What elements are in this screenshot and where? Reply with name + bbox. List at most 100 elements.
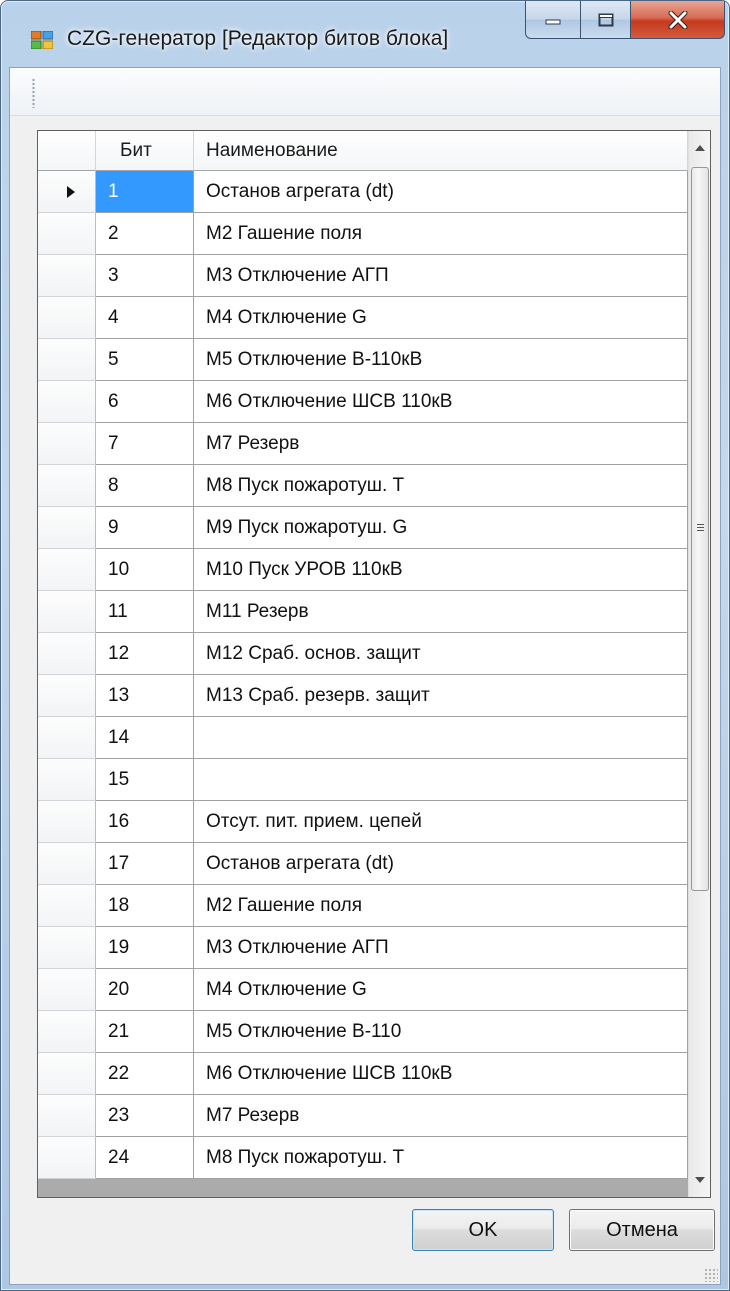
row-header[interactable] xyxy=(38,1095,96,1137)
cell-name[interactable]: М2 Гашение поля xyxy=(194,885,688,927)
cell-bit[interactable]: 14 xyxy=(96,717,194,759)
cell-name[interactable] xyxy=(194,759,688,801)
column-header-name[interactable]: Наименование xyxy=(194,131,688,171)
row-header[interactable] xyxy=(38,843,96,885)
table-row[interactable]: 11 М11 Резерв xyxy=(38,591,688,633)
cell-name[interactable]: М11 Резерв xyxy=(194,591,688,633)
scroll-down-button[interactable] xyxy=(689,1163,710,1197)
table-row[interactable]: 22 М6 Отключение ШСВ 110кВ xyxy=(38,1053,688,1095)
table-row[interactable]: 16 Отсут. пит. прием. цепей xyxy=(38,801,688,843)
row-header[interactable] xyxy=(38,927,96,969)
column-header-bit[interactable]: Бит xyxy=(96,131,194,171)
table-row[interactable]: 6 М6 Отключение ШСВ 110кВ xyxy=(38,381,688,423)
cell-name[interactable]: М8 Пуск пожаротуш. Т xyxy=(194,465,688,507)
row-header[interactable] xyxy=(38,465,96,507)
table-row[interactable]: 17 Останов агрегата (dt) xyxy=(38,843,688,885)
cell-bit[interactable]: 21 xyxy=(96,1011,194,1053)
vertical-scrollbar[interactable] xyxy=(688,131,710,1197)
row-header[interactable] xyxy=(38,213,96,255)
cell-name[interactable]: М5 Отключение В-110 xyxy=(194,1011,688,1053)
scroll-thumb[interactable] xyxy=(691,167,709,891)
table-row[interactable]: 19 М3 Отключение АГП xyxy=(38,927,688,969)
cell-bit[interactable]: 6 xyxy=(96,381,194,423)
cell-bit[interactable]: 13 xyxy=(96,675,194,717)
row-header[interactable] xyxy=(38,423,96,465)
cell-bit[interactable]: 18 xyxy=(96,885,194,927)
row-header[interactable] xyxy=(38,297,96,339)
minimize-button[interactable] xyxy=(525,1,581,39)
cancel-button[interactable]: Отмена xyxy=(569,1209,715,1251)
cell-bit[interactable]: 19 xyxy=(96,927,194,969)
toolbar-grip[interactable] xyxy=(32,78,35,108)
cell-bit[interactable]: 5 xyxy=(96,339,194,381)
cell-name[interactable]: М4 Отключение G xyxy=(194,297,688,339)
cell-bit[interactable]: 2 xyxy=(96,213,194,255)
row-header[interactable] xyxy=(38,885,96,927)
cell-name[interactable]: М3 Отключение АГП xyxy=(194,927,688,969)
cell-name[interactable]: Останов агрегата (dt) xyxy=(194,843,688,885)
cell-bit[interactable]: 22 xyxy=(96,1053,194,1095)
cell-name[interactable]: М3 Отключение АГП xyxy=(194,255,688,297)
row-header[interactable] xyxy=(38,549,96,591)
row-header[interactable] xyxy=(38,969,96,1011)
cell-bit[interactable]: 3 xyxy=(96,255,194,297)
cell-name[interactable]: Останов агрегата (dt) xyxy=(194,171,688,213)
row-header[interactable] xyxy=(38,591,96,633)
table-row[interactable]: 24 М8 Пуск пожаротуш. Т xyxy=(38,1137,688,1179)
table-row[interactable]: 5 М5 Отключение В-110кВ xyxy=(38,339,688,381)
cell-name[interactable] xyxy=(194,717,688,759)
cell-name[interactable]: М2 Гашение поля xyxy=(194,213,688,255)
table-row[interactable]: 1 Останов агрегата (dt) xyxy=(38,171,688,213)
cell-name[interactable]: М7 Резерв xyxy=(194,1095,688,1137)
cell-bit[interactable]: 23 xyxy=(96,1095,194,1137)
cell-bit[interactable]: 17 xyxy=(96,843,194,885)
cell-name[interactable]: М10 Пуск УРОВ 110кВ xyxy=(194,549,688,591)
table-row[interactable]: 13 М13 Сраб. резерв. защит xyxy=(38,675,688,717)
cell-bit[interactable]: 4 xyxy=(96,297,194,339)
cell-name[interactable]: М4 Отключение G xyxy=(194,969,688,1011)
cell-name[interactable]: Отсут. пит. прием. цепей xyxy=(194,801,688,843)
cell-bit[interactable]: 12 xyxy=(96,633,194,675)
cell-name[interactable]: М6 Отключение ШСВ 110кВ xyxy=(194,381,688,423)
cell-bit[interactable]: 1 xyxy=(96,171,194,213)
table-row[interactable]: 23 М7 Резерв xyxy=(38,1095,688,1137)
row-header[interactable] xyxy=(38,171,96,213)
row-header[interactable] xyxy=(38,381,96,423)
header-corner[interactable] xyxy=(38,131,96,171)
resize-grip[interactable] xyxy=(704,1268,718,1282)
cell-name[interactable]: М8 Пуск пожаротуш. Т xyxy=(194,1137,688,1179)
cell-name[interactable]: М7 Резерв xyxy=(194,423,688,465)
table-row[interactable]: 9 М9 Пуск пожаротуш. G xyxy=(38,507,688,549)
table-row[interactable]: 18 М2 Гашение поля xyxy=(38,885,688,927)
table-row[interactable]: 10 М10 Пуск УРОВ 110кВ xyxy=(38,549,688,591)
cell-bit[interactable]: 15 xyxy=(96,759,194,801)
table-row[interactable]: 21 М5 Отключение В-110 xyxy=(38,1011,688,1053)
scroll-up-button[interactable] xyxy=(689,131,710,165)
cell-bit[interactable]: 8 xyxy=(96,465,194,507)
row-header[interactable] xyxy=(38,339,96,381)
cell-bit[interactable]: 11 xyxy=(96,591,194,633)
table-row[interactable]: 12 М12 Сраб. основ. защит xyxy=(38,633,688,675)
cell-name[interactable]: М13 Сраб. резерв. защит xyxy=(194,675,688,717)
table-row[interactable]: 2 М2 Гашение поля xyxy=(38,213,688,255)
cell-name[interactable]: М6 Отключение ШСВ 110кВ xyxy=(194,1053,688,1095)
table-row[interactable]: 20 М4 Отключение G xyxy=(38,969,688,1011)
cell-bit[interactable]: 10 xyxy=(96,549,194,591)
table-row[interactable]: 7 М7 Резерв xyxy=(38,423,688,465)
row-header[interactable] xyxy=(38,675,96,717)
row-header[interactable] xyxy=(38,1137,96,1179)
table-row[interactable]: 15 xyxy=(38,759,688,801)
row-header[interactable] xyxy=(38,255,96,297)
row-header[interactable] xyxy=(38,759,96,801)
cell-bit[interactable]: 16 xyxy=(96,801,194,843)
table-row[interactable]: 4 М4 Отключение G xyxy=(38,297,688,339)
table-row[interactable]: 3 М3 Отключение АГП xyxy=(38,255,688,297)
title-bar[interactable]: CZG-генератор [Редактор битов блока] xyxy=(1,1,729,67)
table-row[interactable]: 14 xyxy=(38,717,688,759)
row-header[interactable] xyxy=(38,717,96,759)
cell-bit[interactable]: 7 xyxy=(96,423,194,465)
cell-bit[interactable]: 20 xyxy=(96,969,194,1011)
ok-button[interactable]: OK xyxy=(412,1209,554,1251)
row-header[interactable] xyxy=(38,1053,96,1095)
row-header[interactable] xyxy=(38,633,96,675)
